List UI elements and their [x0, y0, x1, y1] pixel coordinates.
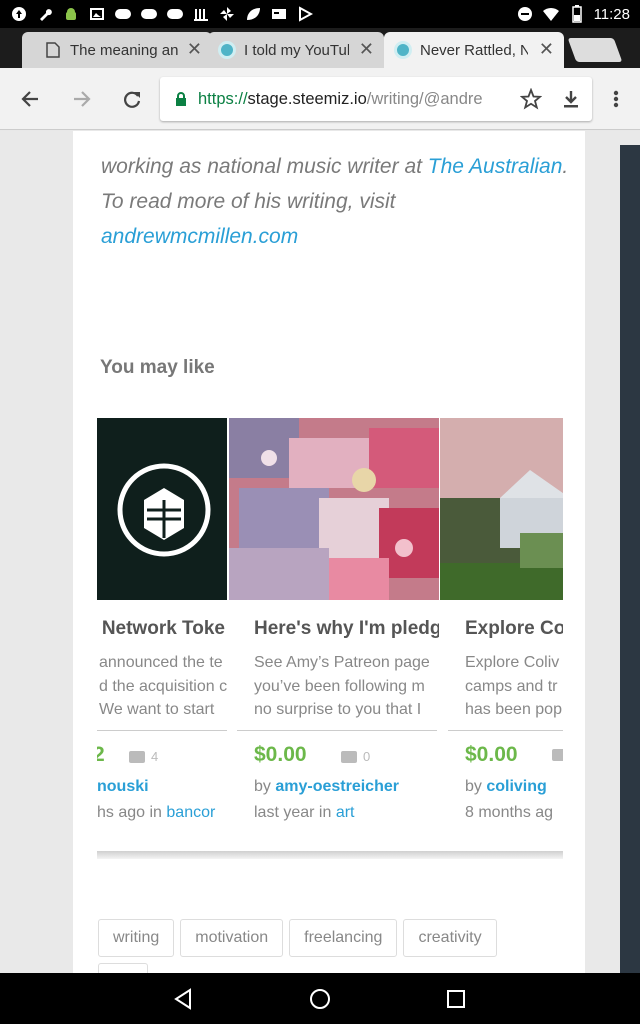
tag-writing[interactable]: writing	[98, 919, 175, 957]
do-not-disturb-icon	[516, 5, 534, 23]
post-author: by coliving	[465, 778, 547, 795]
post-time: hs ago in bancor	[97, 804, 216, 821]
card-icon	[270, 5, 288, 23]
notification-icons	[0, 5, 314, 23]
comment-count[interactable]	[552, 749, 563, 761]
clock: 11:28	[593, 5, 630, 23]
wifi-icon	[542, 5, 560, 23]
post-author: by amy-oestreicher	[254, 778, 399, 795]
comment-icon	[552, 749, 563, 761]
tag-partial[interactable]	[98, 963, 148, 973]
carousel-shadow	[97, 851, 563, 859]
post-thumbnail[interactable]	[97, 418, 227, 600]
gamepad-icon	[114, 5, 132, 23]
upload-icon	[10, 5, 28, 23]
download-icon[interactable]	[560, 88, 582, 110]
reload-button[interactable]	[116, 83, 148, 115]
comment-count[interactable]: 4	[129, 749, 158, 764]
post-excerpt: announced the te d the acquisition c We …	[99, 654, 227, 718]
post-title[interactable]: Here's why I'm pledg	[254, 618, 439, 640]
post-payout: $0.00	[254, 743, 307, 766]
document-icon	[44, 41, 62, 59]
tab-title: I told my YouTube	[244, 41, 349, 59]
close-tab-icon[interactable]: ✕	[539, 39, 554, 60]
address-bar[interactable]: https://stage.steemiz.io/writing/@andre	[160, 77, 592, 121]
forward-button[interactable]	[66, 83, 98, 115]
tag-list: writing motivation freelancing creativit…	[98, 919, 497, 957]
recommended-post[interactable]: Explore Co Explore Coliv camps and tr ha…	[440, 418, 563, 848]
post-payout: 2	[97, 743, 105, 766]
tab-strip: The meaning and ✕ I told my YouTube ✕ Ne…	[0, 28, 640, 68]
nav-back-button[interactable]	[169, 985, 197, 1013]
nav-recents-button[interactable]	[442, 985, 470, 1013]
author-bio: working as national music writer at The …	[101, 149, 571, 254]
back-button[interactable]	[14, 83, 46, 115]
article-card: working as national music writer at The …	[73, 131, 585, 973]
comment-icon	[341, 750, 357, 763]
tab-meaning[interactable]: The meaning and ✕	[22, 32, 212, 68]
post-author: nouski	[97, 778, 149, 796]
recommendation-carousel[interactable]: r Network Toke announced the te d the ac…	[97, 418, 563, 858]
author-website-link[interactable]: andrewmcmillen.com	[101, 225, 298, 248]
post-thumbnail[interactable]	[229, 418, 439, 600]
web-page: working as national music writer at The …	[0, 131, 640, 973]
music-bars-icon	[192, 5, 210, 23]
system-status: 11:28	[516, 0, 630, 28]
close-tab-icon[interactable]: ✕	[359, 39, 374, 60]
divider	[97, 730, 227, 731]
tag-freelancing[interactable]: freelancing	[289, 919, 398, 957]
gamepad-icon	[166, 5, 184, 23]
category-link[interactable]: bancor	[166, 804, 215, 821]
tab-title: The meaning and	[70, 41, 178, 59]
bookmark-star-icon[interactable]	[520, 88, 542, 110]
browser-toolbar: https://stage.steemiz.io/writing/@andre	[0, 68, 640, 130]
tag-motivation[interactable]: motivation	[180, 919, 284, 957]
recommended-post[interactable]: Here's why I'm pledg See Amy’s Patreon p…	[229, 418, 439, 848]
post-title[interactable]: Explore Co	[465, 618, 563, 640]
menu-button[interactable]	[600, 83, 632, 115]
post-payout: $0.00	[465, 743, 518, 766]
recommended-post[interactable]: r Network Toke announced the te d the ac…	[97, 418, 227, 848]
close-tab-icon[interactable]: ✕	[187, 39, 202, 60]
leaf-icon	[244, 5, 262, 23]
nav-home-button[interactable]	[306, 985, 334, 1013]
status-bar: 11:28	[0, 0, 640, 28]
divider	[237, 730, 437, 731]
post-excerpt: Explore Coliv camps and tr has been pop	[465, 654, 562, 718]
comment-count[interactable]: 0	[341, 749, 370, 764]
tab-title: Never Rattled, Ne	[420, 41, 528, 59]
post-time: 8 months ag	[465, 804, 554, 821]
steemiz-favicon-icon	[218, 41, 236, 59]
play-store-icon	[296, 5, 314, 23]
you-may-like-heading: You may like	[100, 357, 215, 378]
pinwheel-icon	[218, 5, 236, 23]
android-nav-bar	[0, 973, 640, 1024]
new-tab-button[interactable]	[567, 38, 623, 62]
lock-icon	[172, 90, 190, 108]
post-thumbnail[interactable]	[440, 418, 563, 600]
tab-never-rattled[interactable]: Never Rattled, Ne ✕	[384, 32, 564, 68]
author-link[interactable]: coliving	[486, 778, 546, 795]
android-icon	[62, 5, 80, 23]
tab-youtube[interactable]: I told my YouTube ✕	[208, 32, 384, 68]
post-title[interactable]: r Network Toke	[97, 618, 227, 640]
page-scrollbar[interactable]	[620, 145, 640, 973]
comment-icon	[129, 750, 145, 763]
tag-creativity[interactable]: creativity	[403, 919, 497, 957]
url-text: https://stage.steemiz.io/writing/@andre	[198, 89, 483, 108]
wrench-icon	[36, 5, 54, 23]
gamepad-icon	[140, 5, 158, 23]
bio-text: working as national music writer at	[101, 155, 428, 178]
author-link[interactable]: amy-oestreicher	[275, 778, 399, 795]
author-link[interactable]: nouski	[97, 778, 149, 795]
post-time: last year in art	[254, 804, 355, 821]
battery-icon	[568, 5, 586, 23]
divider	[448, 730, 563, 731]
steemiz-favicon-icon	[394, 41, 412, 59]
image-icon	[88, 5, 106, 23]
post-excerpt: See Amy’s Patreon page you’ve been follo…	[254, 654, 430, 718]
category-link[interactable]: art	[336, 804, 355, 821]
the-australian-link[interactable]: The Australian	[428, 155, 563, 178]
